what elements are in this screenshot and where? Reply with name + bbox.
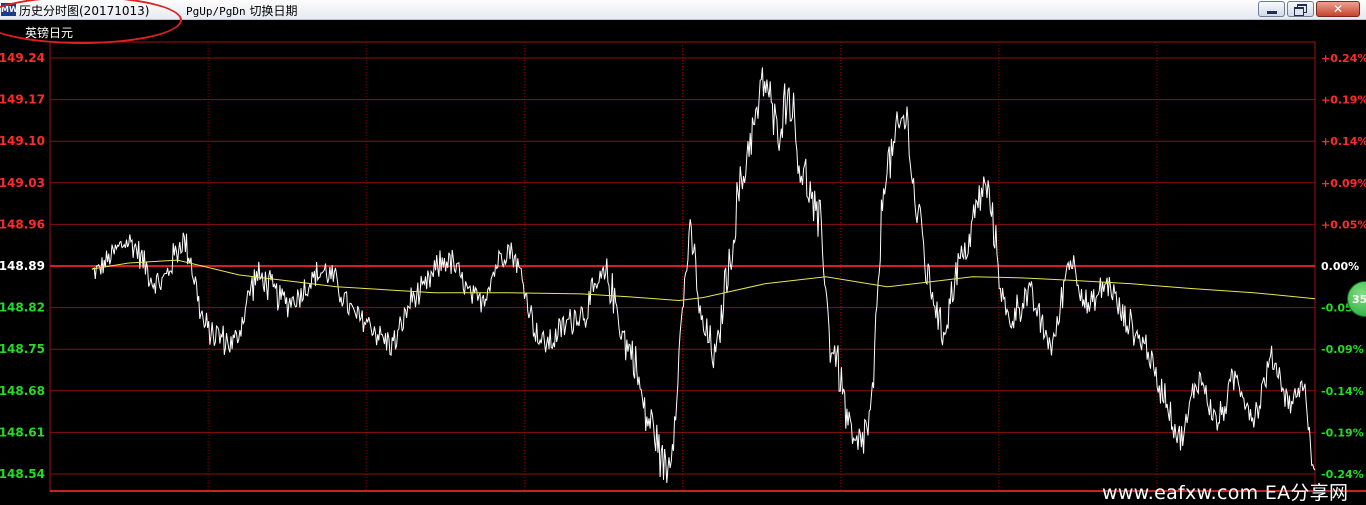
y-tick-label-left: 148.89 — [0, 259, 45, 273]
y-tick-label-right: 0.00% — [1321, 260, 1359, 273]
y-tick-label-left: 148.54 — [0, 467, 45, 481]
y-tick-label-right: +0.05% — [1321, 218, 1366, 231]
y-tick-label-left: 148.75 — [0, 342, 45, 356]
y-tick-label-left: 149.10 — [0, 134, 45, 148]
y-tick-label-left: 149.17 — [0, 93, 45, 107]
y-tick-label-right: +0.09% — [1321, 177, 1366, 190]
y-tick-label-right: +0.24% — [1321, 52, 1366, 65]
y-tick-label-left: 148.61 — [0, 425, 45, 439]
y-tick-label-left: 148.82 — [0, 301, 45, 315]
watermark-text: www.eafxw.com EA分享网 — [1102, 482, 1349, 504]
y-tick-label-left: 148.96 — [0, 217, 45, 231]
y-tick-label-right: +0.19% — [1321, 94, 1366, 107]
y-tick-label-right: -0.09% — [1321, 343, 1364, 356]
y-tick-label-left: 149.03 — [0, 176, 45, 190]
intraday-chart[interactable]: 149.24 +0.24% 149.17 +0.19% 149.10 +0.14% 149.… — [0, 0, 1366, 503]
y-tick-label-left: 149.24 — [0, 51, 45, 65]
y-tick-label-right: -0.19% — [1321, 426, 1364, 439]
y-tick-label-right: +0.14% — [1321, 135, 1366, 148]
price-line — [91, 67, 1316, 483]
y-tick-label-left: 148.68 — [0, 384, 45, 398]
y-tick-label-right: -0.14% — [1321, 385, 1364, 398]
